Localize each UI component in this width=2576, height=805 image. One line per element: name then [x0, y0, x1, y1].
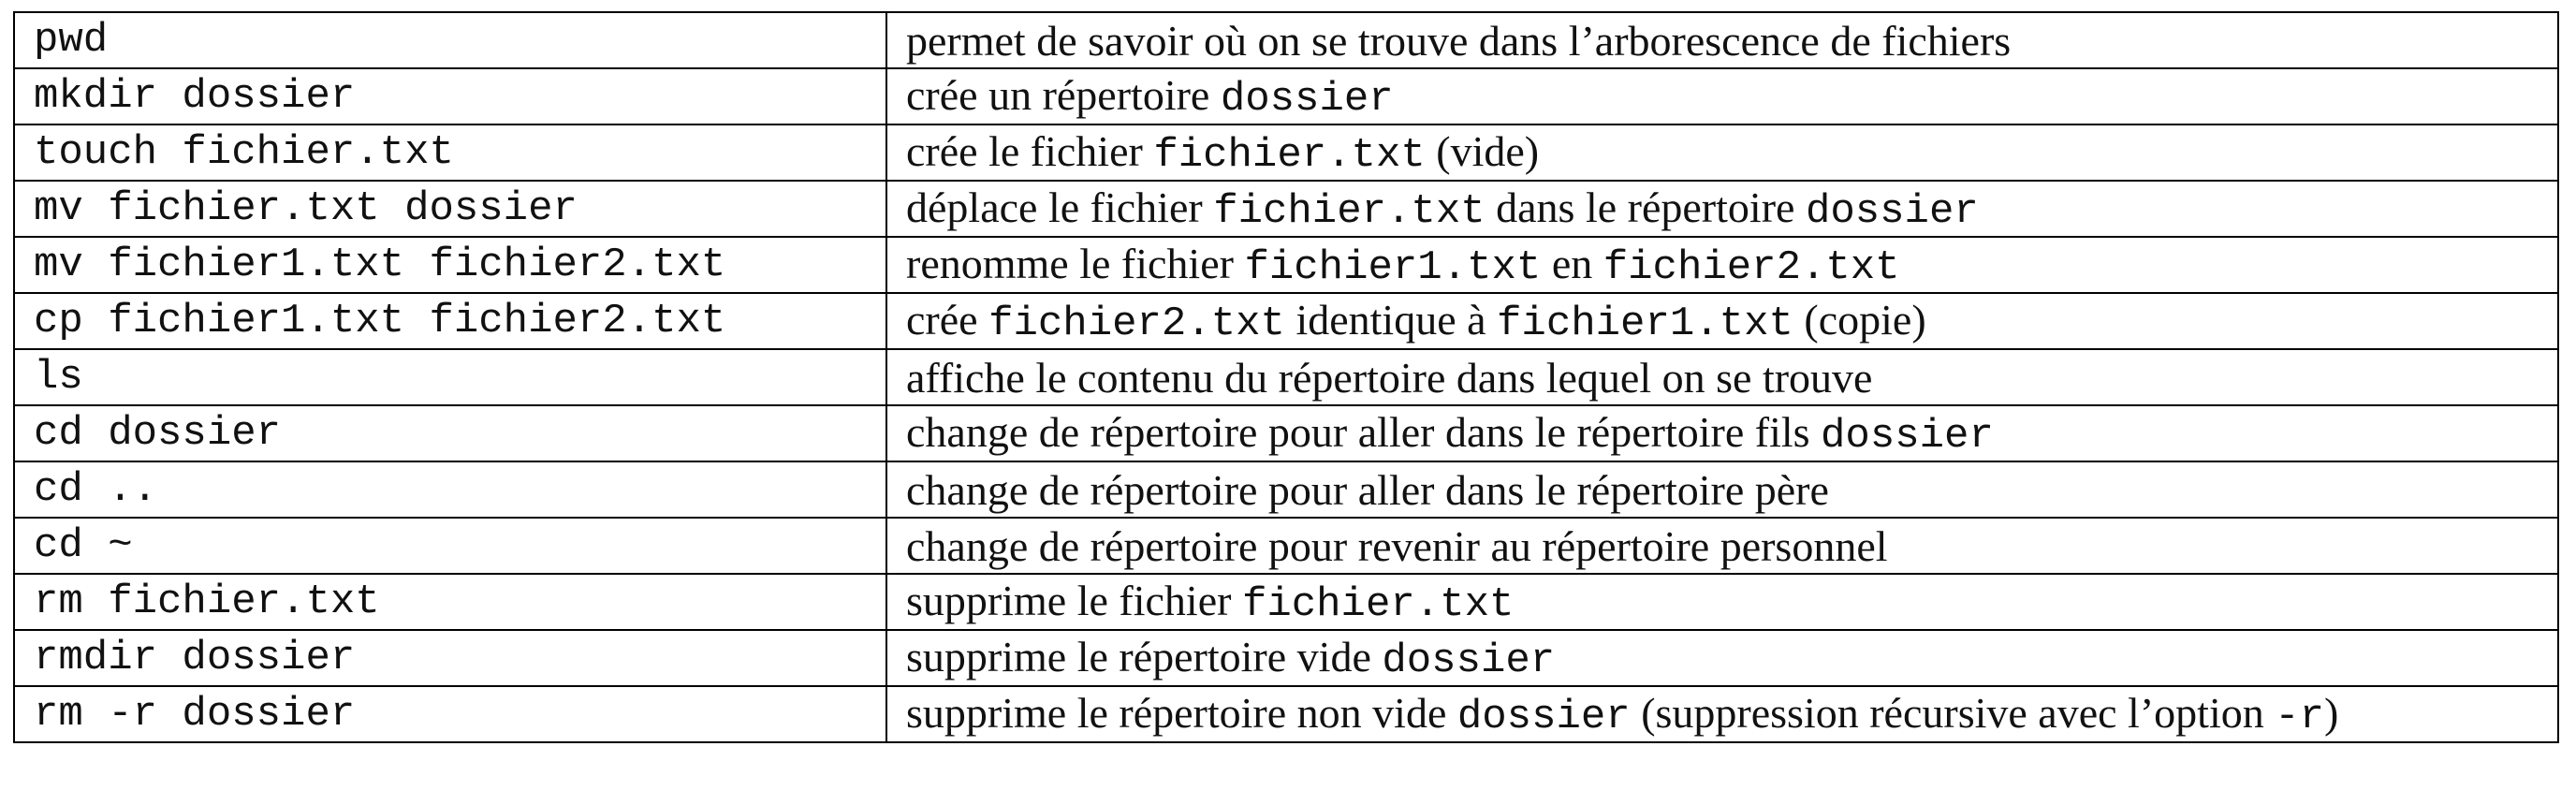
inline-code: dossier: [1382, 637, 1556, 684]
description-text: supprime le répertoire non vide: [906, 689, 1457, 737]
description-cell: crée fichier2.txt identique à fichier1.t…: [886, 292, 2559, 350]
table-row: cp fichier1.txt fichier2.txt crée fichier…: [13, 292, 2559, 350]
inline-code: dossier: [1821, 413, 1994, 460]
inline-code: fichier.txt: [1213, 188, 1486, 235]
description-text: (copie): [1793, 296, 1926, 344]
description-text: change de répertoire pour revenir au rép…: [906, 521, 1888, 570]
description-text: permet de savoir où on se trouve dans l’…: [906, 16, 2012, 65]
description-text: crée le fichier: [906, 127, 1154, 175]
inline-code: fichier.txt: [1153, 132, 1426, 179]
command-cell: rm -r dossier: [13, 685, 887, 743]
command-cell: mv fichier1.txt fichier2.txt: [13, 236, 887, 294]
description-text: ): [2324, 689, 2339, 737]
table-row: cd .. change de répertoire pour aller dan…: [13, 461, 2559, 519]
description-text: en: [1541, 240, 1603, 287]
inline-code: -r: [2275, 694, 2325, 740]
description-text: change de répertoire pour aller dans le …: [906, 465, 1829, 514]
description-text: supprime le répertoire vide: [906, 633, 1383, 681]
description-text: identique à: [1284, 296, 1498, 344]
command-cell: touch fichier.txt: [13, 124, 887, 182]
inline-code: fichier2.txt: [1603, 244, 1900, 291]
inline-code: fichier.txt: [1241, 581, 1515, 628]
command-cell: cd dossier: [13, 404, 887, 462]
inline-code: dossier: [1220, 76, 1394, 123]
table-row: mv fichier1.txt fichier2.txt renomme le f…: [13, 236, 2559, 294]
table-row: cd ~ change de répertoire pour revenir au…: [13, 517, 2559, 575]
table-row: cd dossier change de répertoire pour alle…: [13, 404, 2559, 462]
command-cell: mv fichier.txt dossier: [13, 180, 887, 238]
description-text: dans le répertoire: [1485, 183, 1806, 231]
description-cell: supprime le répertoire non vide dossier …: [886, 685, 2559, 743]
table-row: mv fichier.txt dossier déplace le fichier…: [13, 180, 2559, 238]
command-cell: pwd: [13, 11, 887, 69]
inline-code: fichier1.txt: [1244, 244, 1542, 291]
table-row: rm fichier.txt supprime le fichier fichie…: [13, 573, 2559, 631]
inline-code: fichier1.txt: [1497, 300, 1793, 347]
inline-code: fichier2.txt: [988, 300, 1285, 347]
table-row: mkdir dossier crée un répertoire dossier: [13, 67, 2559, 125]
inline-code: dossier: [1456, 694, 1631, 740]
description-text: (vide): [1425, 127, 1540, 175]
description-cell: change de répertoire pour aller dans le …: [886, 461, 2559, 519]
table-row: pwd permet de savoir où on se trouve dans…: [13, 11, 2559, 69]
command-table-body: pwd permet de savoir où on se trouve dans…: [13, 11, 2559, 743]
description-cell: permet de savoir où on se trouve dans l’…: [886, 11, 2559, 69]
table-row: touch fichier.txt crée le fichier fichier…: [13, 124, 2559, 182]
description-cell: supprime le fichier fichier.txt: [886, 573, 2559, 631]
command-cell: cd ..: [13, 461, 887, 519]
description-cell: affiche le contenu du répertoire dans le…: [886, 348, 2559, 406]
command-cell: ls: [13, 348, 887, 406]
description-cell: supprime le répertoire vide dossier: [886, 629, 2559, 687]
description-cell: renomme le fichier fichier1.txt en fichi…: [886, 236, 2559, 294]
description-cell: crée le fichier fichier.txt (vide): [886, 124, 2559, 182]
description-text: déplace le fichier: [906, 183, 1214, 231]
description-text: affiche le contenu du répertoire dans le…: [906, 353, 1873, 402]
description-text: crée: [906, 296, 989, 344]
inline-code: dossier: [1805, 188, 1979, 235]
table-row: ls affiche le contenu du répertoire dans …: [13, 348, 2559, 406]
description-text: (suppression récursive avec l’option: [1630, 689, 2276, 737]
description-cell: déplace le fichier fichier.txt dans le r…: [886, 180, 2559, 238]
description-cell: change de répertoire pour aller dans le …: [886, 404, 2559, 462]
command-cell: rmdir dossier: [13, 629, 887, 687]
description-text: supprime le fichier: [906, 577, 1242, 624]
table-row: rm -r dossier supprime le répertoire non …: [13, 685, 2559, 743]
command-table: pwd permet de savoir où on se trouve dans…: [13, 11, 2559, 743]
description-text: crée un répertoire: [906, 71, 1221, 119]
description-cell: change de répertoire pour revenir au rép…: [886, 517, 2559, 575]
command-cell: rm fichier.txt: [13, 573, 887, 631]
table-row: rmdir dossier supprime le répertoire vide…: [13, 629, 2559, 687]
description-text: change de répertoire pour aller dans le …: [906, 408, 1822, 456]
command-cell: cd ~: [13, 517, 887, 575]
description-cell: crée un répertoire dossier: [886, 67, 2559, 125]
command-cell: cp fichier1.txt fichier2.txt: [13, 292, 887, 350]
description-text: renomme le fichier: [906, 240, 1245, 287]
command-cell: mkdir dossier: [13, 67, 887, 125]
